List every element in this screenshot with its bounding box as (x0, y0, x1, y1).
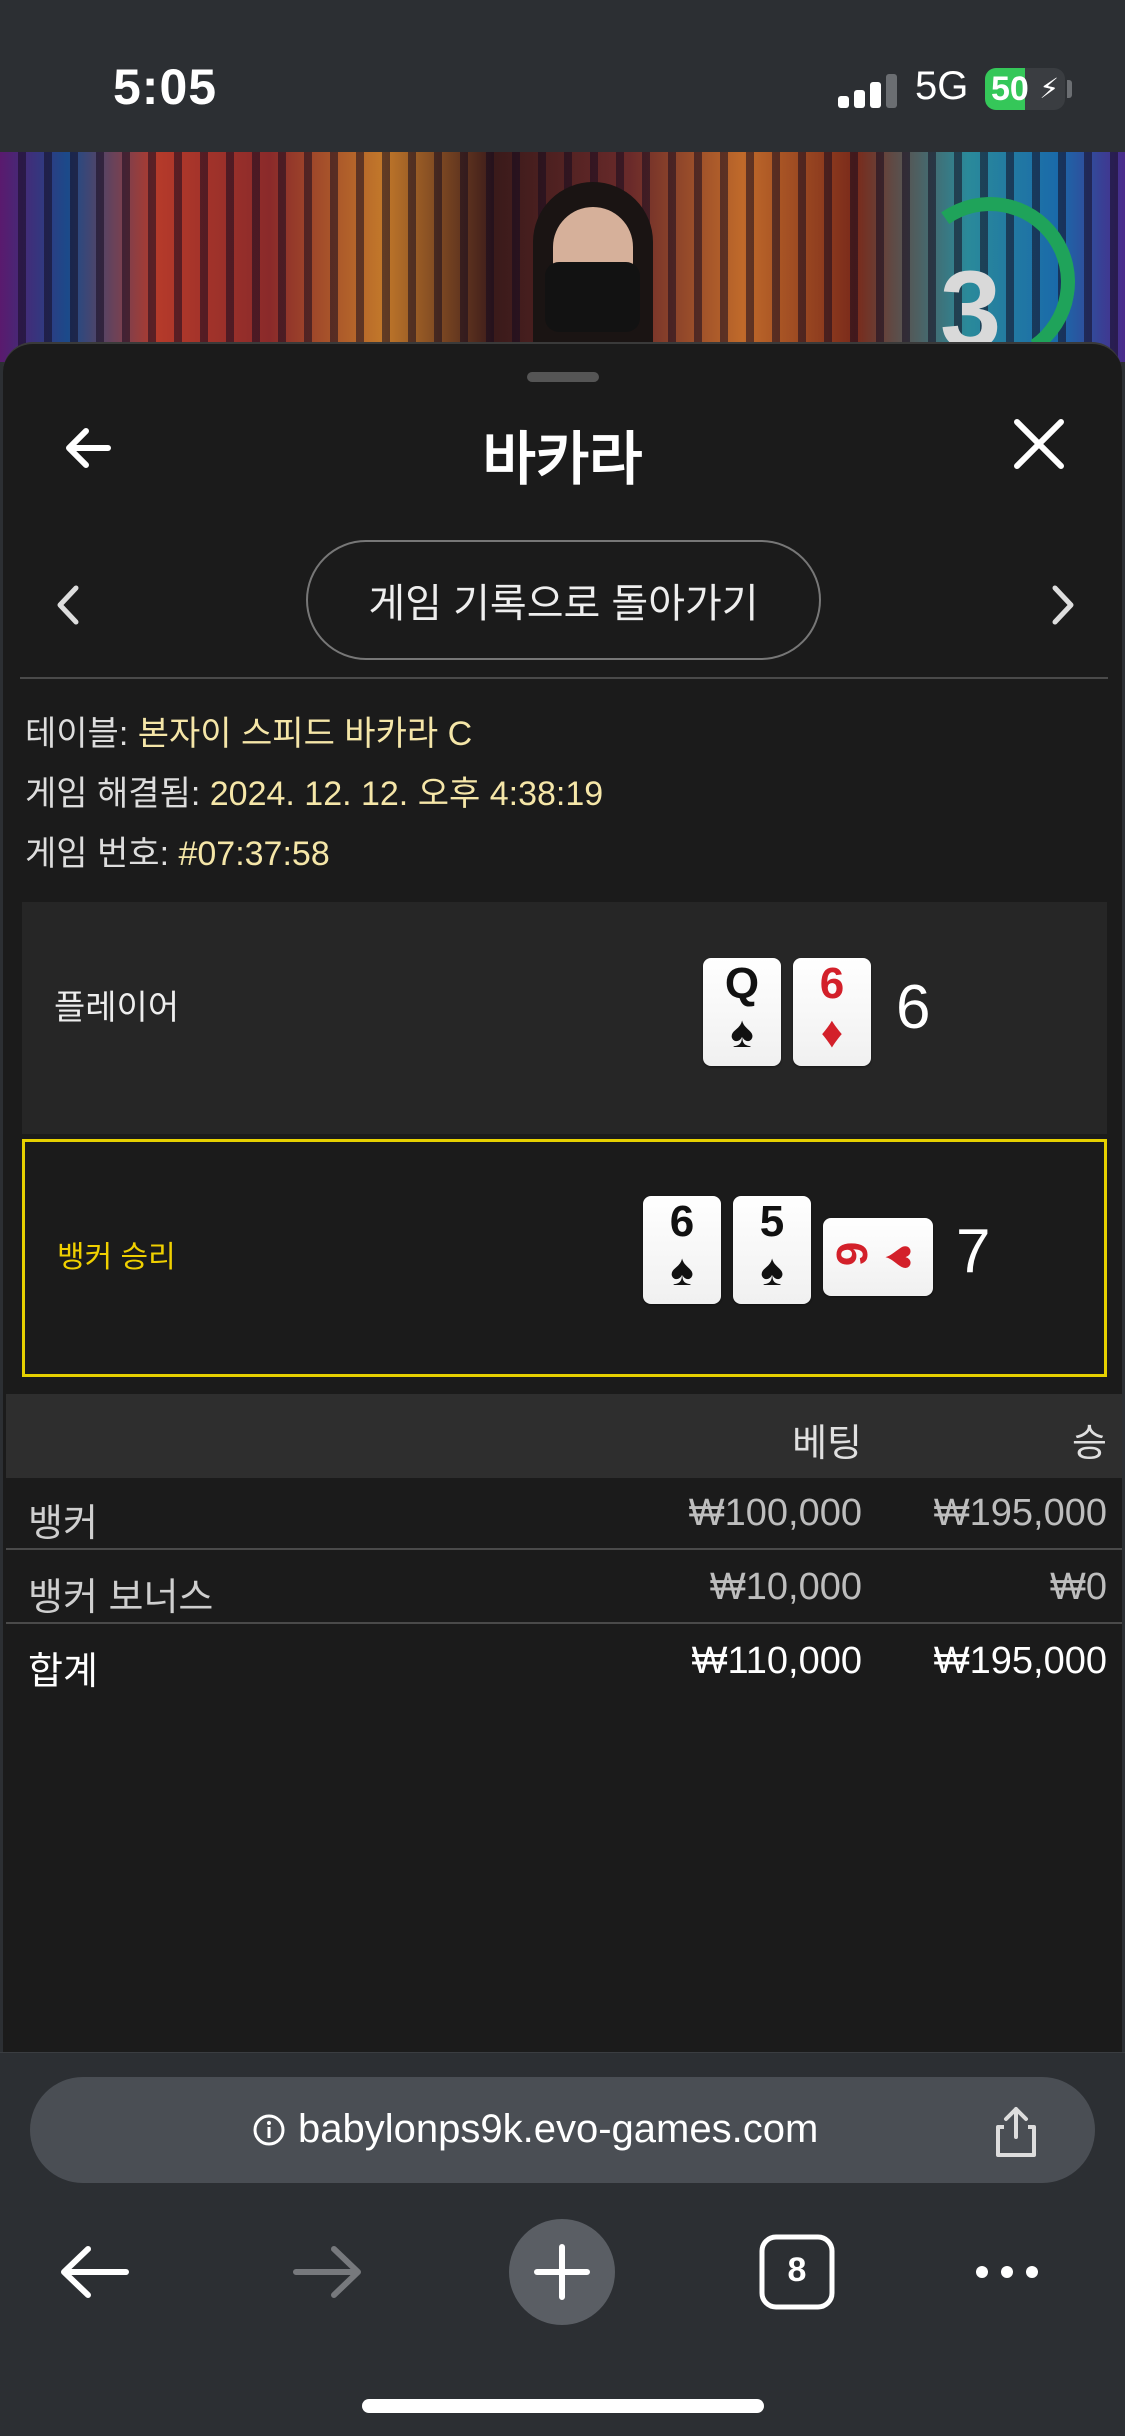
game-nav: 게임 기록으로 돌아가기 (3, 540, 1122, 666)
sheet-grabber[interactable] (527, 372, 599, 382)
cellular-signal-icon (838, 74, 898, 108)
playing-card-rotated: 6 ♥ (823, 1218, 933, 1296)
share-icon[interactable] (990, 2103, 1042, 2159)
banker-win-label: 뱅커 승리 (57, 1241, 176, 1274)
total-bet: ₩110,000 (691, 1640, 862, 1682)
battery-icon: 50 ⚡ (985, 68, 1065, 110)
bet-column-header: 베팅 (792, 1423, 862, 1465)
player-hand: 플레이어 Q ♠ 6 ♦ 6 (22, 902, 1107, 1134)
playing-card: 6 ♠ (643, 1196, 721, 1304)
forward-icon[interactable] (282, 2227, 372, 2317)
player-score: 6 (896, 973, 931, 1042)
bets-header: 베팅 승 (6, 1394, 1122, 1478)
win-column-header: 승 (1072, 1423, 1107, 1465)
resolved-info: 게임 해결됨: 2024. 12. 12. 오후 4:38:19 (25, 766, 603, 815)
resolved-label: 게임 해결됨: (25, 775, 210, 813)
info-icon[interactable] (252, 2113, 286, 2147)
divider (20, 677, 1108, 679)
win-amount: ₩0 (1050, 1566, 1107, 1608)
back-to-history-button[interactable]: 게임 기록으로 돌아가기 (306, 540, 821, 660)
table-info: 테이블: 본자이 스피드 바카라 C (25, 706, 472, 755)
bet-amount: ₩100,000 (688, 1492, 862, 1534)
browser-toolbar: babylonps9k.evo-games.com 8 (0, 2052, 1125, 2436)
url-text[interactable]: babylonps9k.evo-games.com (298, 2107, 818, 2152)
bet-amount: ₩10,000 (709, 1566, 862, 1608)
status-bar: 5:05 5G 50 ⚡ (0, 0, 1125, 152)
sheet-header: 바카라 (3, 384, 1122, 504)
card-rank: 6 (827, 1241, 876, 1267)
address-bar[interactable]: babylonps9k.evo-games.com (30, 2077, 1095, 2183)
back-icon[interactable] (50, 2227, 140, 2317)
playing-card: 6 ♦ (793, 958, 871, 1066)
diamond-suit-icon: ♦ (820, 1008, 844, 1057)
chevron-left-icon[interactable] (48, 580, 88, 630)
chevron-right-icon[interactable] (1043, 580, 1083, 630)
bet-name: 뱅커 보너스 (28, 1577, 214, 1619)
game-number-info: 게임 번호: #07:37:58 (25, 826, 330, 875)
table-value: 본자이 스피드 바카라 C (137, 715, 473, 753)
card-rank: 6 (819, 959, 845, 1008)
bet-name: 뱅커 (28, 1503, 98, 1545)
sheet-title: 바카라 (482, 427, 643, 492)
resolved-value: 2024. 12. 12. 오후 4:38:19 (209, 775, 604, 813)
playing-card: Q ♠ (703, 958, 781, 1066)
tabs-button[interactable]: 8 (752, 2227, 842, 2317)
charging-bolt-icon: ⚡ (1039, 73, 1059, 104)
battery-cap (1067, 80, 1072, 98)
spade-suit-icon: ♠ (730, 1008, 754, 1057)
banker-score: 7 (956, 1217, 991, 1286)
total-row: 합계 ₩110,000 ₩195,000 (6, 1626, 1122, 1698)
card-rank: 5 (759, 1197, 785, 1246)
more-icon[interactable] (962, 2227, 1052, 2317)
game-number-value: #07:37:58 (178, 835, 330, 873)
table-row: 뱅커 보너스 ₩10,000 ₩0 (6, 1552, 1122, 1624)
table-label: 테이블: (25, 715, 138, 753)
player-label: 플레이어 (54, 989, 180, 1027)
total-win: ₩195,000 (933, 1640, 1107, 1682)
close-icon[interactable] (1009, 414, 1069, 474)
win-amount: ₩195,000 (933, 1492, 1107, 1534)
status-time: 5:05 (113, 59, 218, 115)
total-label: 합계 (28, 1651, 98, 1693)
game-detail-sheet: 바카라 게임 기록으로 돌아가기 테이블: 본자이 스피드 바카라 C 게임 해… (3, 342, 1122, 2052)
card-rank: 6 (669, 1197, 695, 1246)
new-tab-icon[interactable] (507, 2217, 617, 2327)
battery-percent: 50 (991, 70, 1029, 108)
banker-hand: 뱅커 승리 6 ♠ 5 ♠ 6 ♥ 7 (22, 1139, 1107, 1377)
spade-suit-icon: ♠ (760, 1246, 784, 1295)
network-type: 5G (915, 64, 969, 108)
heart-suit-icon: ♥ (876, 1243, 925, 1271)
dealer-mask (545, 262, 640, 332)
spade-suit-icon: ♠ (670, 1246, 694, 1295)
table-row: 뱅커 ₩100,000 ₩195,000 (6, 1478, 1122, 1550)
live-video[interactable]: 3 (0, 152, 1125, 362)
playing-card: 5 ♠ (733, 1196, 811, 1304)
game-number-label: 게임 번호: (25, 835, 179, 873)
tab-count: 8 (787, 2251, 807, 2289)
home-indicator[interactable] (362, 2399, 764, 2413)
card-rank: Q (724, 959, 760, 1008)
